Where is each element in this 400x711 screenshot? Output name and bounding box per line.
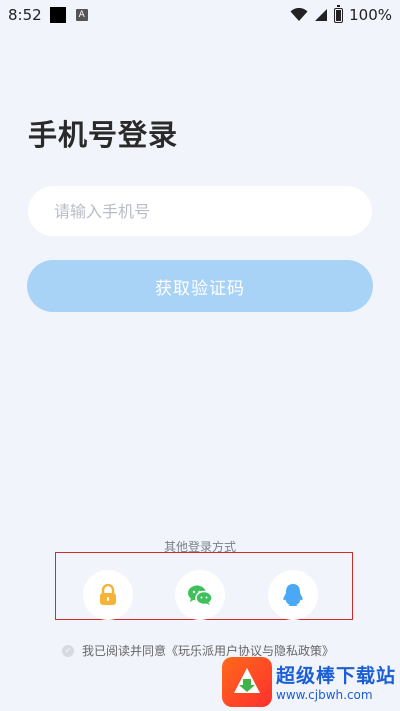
qq-login-button[interactable]	[268, 570, 318, 620]
watermark-logo-icon	[222, 656, 272, 707]
wifi-icon	[290, 8, 308, 21]
watermark-title: 超级棒下载站	[276, 665, 397, 687]
agreement-checkbox[interactable]: ✓	[62, 644, 74, 657]
qq-icon	[283, 584, 303, 606]
wechat-login-button[interactable]	[175, 570, 225, 620]
phone-input[interactable]	[28, 186, 372, 236]
page-title: 手机号登录	[28, 118, 179, 152]
wechat-icon	[188, 585, 213, 606]
signal-icon	[315, 9, 328, 21]
status-bar: 8:52 A 100%	[0, 0, 400, 30]
battery-percent: 100%	[349, 6, 392, 24]
battery-icon	[334, 4, 344, 23]
lock-icon	[100, 584, 116, 605]
watermark: 超级棒下载站 www.cjbwh.com	[222, 652, 400, 711]
get-code-button[interactable]: 获取验证码	[27, 260, 373, 312]
watermark-url: www.cjbwh.com	[276, 688, 373, 702]
status-time: 8:52	[8, 6, 42, 24]
notification-icon	[49, 7, 66, 23]
lock-login-button[interactable]	[83, 570, 133, 620]
app-notification-icon: A	[75, 9, 88, 21]
